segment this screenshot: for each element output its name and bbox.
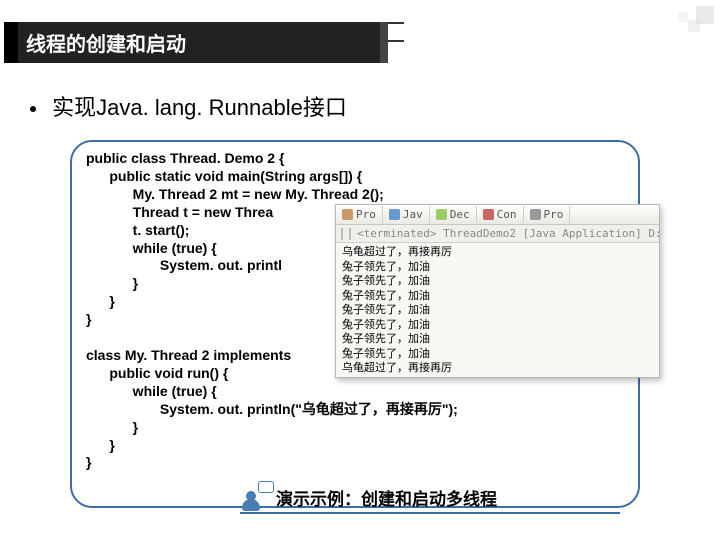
console-line: 兔子领先了，加油 bbox=[342, 289, 653, 304]
slide-title-text: 线程的创建和启动 bbox=[26, 34, 186, 56]
corner-decoration bbox=[654, 6, 714, 46]
bullet-text: 实现Java. lang. Runnable接口 bbox=[52, 95, 347, 120]
console-tab[interactable]: Pro bbox=[524, 206, 571, 223]
tab-icon bbox=[389, 209, 400, 220]
console-tool-icon[interactable] bbox=[341, 228, 343, 240]
console-line: 乌龟超过了，再接再厉 bbox=[342, 245, 653, 260]
demo-label: 演示示例：创建和启动多线程 bbox=[276, 485, 497, 510]
tab-icon bbox=[483, 209, 494, 220]
bullet-line: 实现Java. lang. Runnable接口 bbox=[30, 90, 347, 122]
console-tabs: Pro Jav Dec Con Pro bbox=[336, 205, 659, 225]
console-line: 兔子领先了，加油 bbox=[342, 347, 653, 362]
tab-label: Con bbox=[497, 208, 517, 221]
slide-title: 线程的创建和启动 bbox=[18, 22, 388, 63]
title-stripes bbox=[4, 12, 414, 18]
console-line: 兔子领先了，加油 bbox=[342, 260, 653, 275]
console-window: Pro Jav Dec Con Pro <terminated> ThreadD… bbox=[335, 204, 660, 378]
console-status-text: <terminated> ThreadDemo2 [Java Applicati… bbox=[357, 227, 659, 240]
tab-label: Dec bbox=[450, 208, 470, 221]
console-line: 乌龟超过了，再接再厉 bbox=[342, 361, 653, 373]
tab-label: Pro bbox=[356, 208, 376, 221]
console-tab[interactable]: Jav bbox=[383, 206, 430, 223]
tab-label: Jav bbox=[403, 208, 423, 221]
console-tool-icon[interactable] bbox=[349, 228, 351, 240]
demo-bar: 演示示例：创建和启动多线程 bbox=[240, 482, 620, 514]
console-line: 兔子领先了，加油 bbox=[342, 318, 653, 333]
console-line: 兔子领先了，加油 bbox=[342, 274, 653, 289]
console-tab[interactable]: Pro bbox=[336, 206, 383, 223]
console-status-bar: <terminated> ThreadDemo2 [Java Applicati… bbox=[336, 225, 659, 243]
console-tab[interactable]: Dec bbox=[430, 206, 477, 223]
console-line: 兔子领先了，加油 bbox=[342, 332, 653, 347]
bullet-dot-icon bbox=[30, 106, 36, 112]
tab-icon bbox=[436, 209, 447, 220]
console-output: 乌龟超过了，再接再厉 兔子领先了，加油 兔子领先了，加油 兔子领先了，加油 兔子… bbox=[336, 243, 659, 373]
tab-icon bbox=[530, 209, 541, 220]
tab-label: Pro bbox=[544, 208, 564, 221]
tab-icon bbox=[342, 209, 353, 220]
console-tab[interactable]: Con bbox=[477, 206, 524, 223]
console-line: 兔子领先了，加油 bbox=[342, 303, 653, 318]
speaker-icon bbox=[240, 483, 268, 511]
